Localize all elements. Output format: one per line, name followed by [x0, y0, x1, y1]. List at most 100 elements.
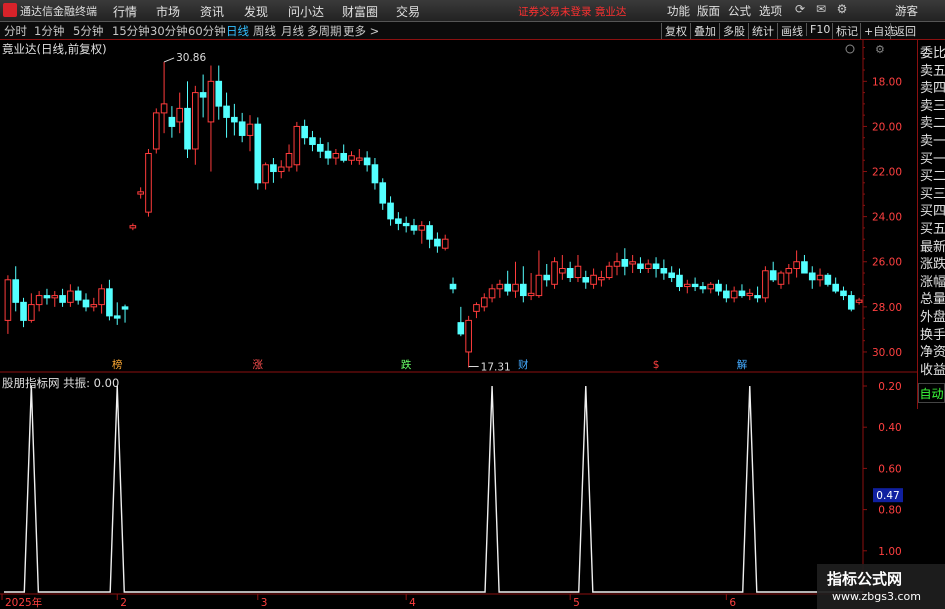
candle-up	[746, 292, 754, 297]
candle-up	[473, 304, 480, 312]
candle-up	[293, 125, 301, 166]
watermark-title: 指标公式网	[827, 570, 903, 588]
low-price-label: 17.31	[481, 362, 511, 374]
candle-down	[301, 125, 308, 139]
candle-down	[449, 283, 457, 290]
candle-up	[207, 80, 215, 123]
candle-down	[371, 164, 379, 184]
candle-up	[512, 283, 519, 292]
time-tick-label: 2025年	[5, 596, 42, 609]
auto-button[interactable]: 自动	[918, 383, 945, 403]
candle-up	[629, 261, 636, 265]
candle-up	[762, 270, 769, 299]
candle-down	[457, 322, 465, 335]
candle-up	[730, 290, 738, 299]
candle-up	[527, 292, 535, 297]
candle-up	[356, 157, 363, 161]
candle-down	[215, 80, 223, 107]
candle-down	[199, 92, 207, 98]
candle-up	[785, 268, 793, 274]
indicator-tick-label: 1.00	[878, 546, 901, 558]
candle-down	[801, 261, 808, 274]
candle-down	[738, 290, 746, 297]
candle-up	[348, 155, 355, 161]
candle-up	[152, 112, 160, 150]
candle-down	[20, 301, 27, 321]
indicator-panel-title: 股朋指标网 共振: 0.00	[2, 376, 120, 390]
candle-up	[51, 295, 59, 299]
candle-down	[316, 143, 324, 152]
candle-down	[270, 164, 277, 173]
price-panel-title: 竟业达(日线,前复权)	[2, 42, 107, 56]
candle-down	[74, 290, 82, 301]
candle-up	[160, 103, 168, 114]
candle-up	[574, 265, 582, 279]
indicator-tick-label: 0.80	[878, 505, 901, 517]
candle-down	[754, 295, 761, 299]
panel-gear-icon: ⚙	[875, 43, 885, 56]
candle-up	[480, 297, 488, 308]
candle-down	[668, 272, 675, 279]
candle-up	[613, 261, 621, 267]
candle-down	[543, 274, 551, 281]
candle-down	[676, 274, 683, 288]
candle-down	[12, 279, 20, 303]
candle-up	[777, 272, 785, 285]
candle-down	[121, 306, 129, 310]
candle-down	[824, 274, 832, 285]
candle-down	[59, 295, 66, 303]
candle-down	[769, 270, 777, 281]
candle-down	[519, 283, 527, 297]
candle-down	[379, 182, 387, 204]
candle-down	[223, 105, 230, 118]
candle-down	[660, 268, 668, 274]
candle-up	[855, 299, 863, 303]
price-tick-label: 24.00	[872, 212, 902, 224]
price-tick-label: 20.00	[872, 121, 902, 133]
candle-up	[28, 304, 35, 321]
candle-up	[551, 261, 558, 285]
event-marker: 榜	[112, 358, 123, 371]
candle-down	[723, 290, 730, 299]
candle-down	[238, 121, 246, 136]
candle-up	[793, 261, 800, 270]
event-marker: 解	[737, 358, 748, 371]
candle-up	[35, 295, 43, 306]
candle-down	[106, 288, 113, 317]
candle-up	[277, 166, 285, 173]
candle-up	[559, 268, 566, 274]
candle-up	[332, 152, 340, 159]
price-tick-label: 30.00	[872, 347, 902, 359]
kline-chart-area[interactable]: 30.00 28.00 26.00 24.00 22.00 20.00 18.00 30.86…	[0, 0, 945, 609]
candle-down	[387, 202, 394, 220]
candle-down	[395, 218, 402, 224]
candle-up	[441, 238, 449, 249]
sidebar-item-18[interactable]: 收益	[920, 360, 945, 381]
candle-up	[98, 288, 105, 306]
candle-down	[363, 157, 371, 166]
resonance-line	[4, 385, 863, 593]
panel-settings-icon	[845, 44, 855, 54]
candle-down	[426, 225, 433, 240]
candle-up	[67, 290, 74, 303]
candle-down	[402, 222, 410, 227]
watermark-url: www.zbgs3.com	[832, 590, 921, 603]
indicator-tick-label: 0.40	[878, 422, 901, 434]
candle-down	[621, 258, 629, 267]
candle-down	[82, 299, 90, 308]
price-tick-label: 28.00	[872, 302, 902, 314]
candle-down	[254, 123, 262, 184]
quote-sidebar: 委比 卖五 卖四 卖三 卖二 卖一 买一 买二 买三 买四 买五 最新 涨跌 涨幅 总量 外盘 换手 净资 收益	[917, 40, 945, 409]
event-marker: 跌	[401, 358, 412, 371]
candle-up	[137, 191, 144, 195]
candle-up	[262, 164, 269, 184]
candle-down	[840, 290, 847, 297]
candle-up	[605, 265, 613, 279]
candle-down	[340, 152, 348, 161]
candle-up	[683, 283, 691, 288]
candle-down	[652, 263, 660, 270]
candle-up	[418, 225, 426, 231]
candle-down	[691, 283, 699, 288]
candle-down	[168, 116, 176, 127]
candle-down	[808, 272, 816, 281]
